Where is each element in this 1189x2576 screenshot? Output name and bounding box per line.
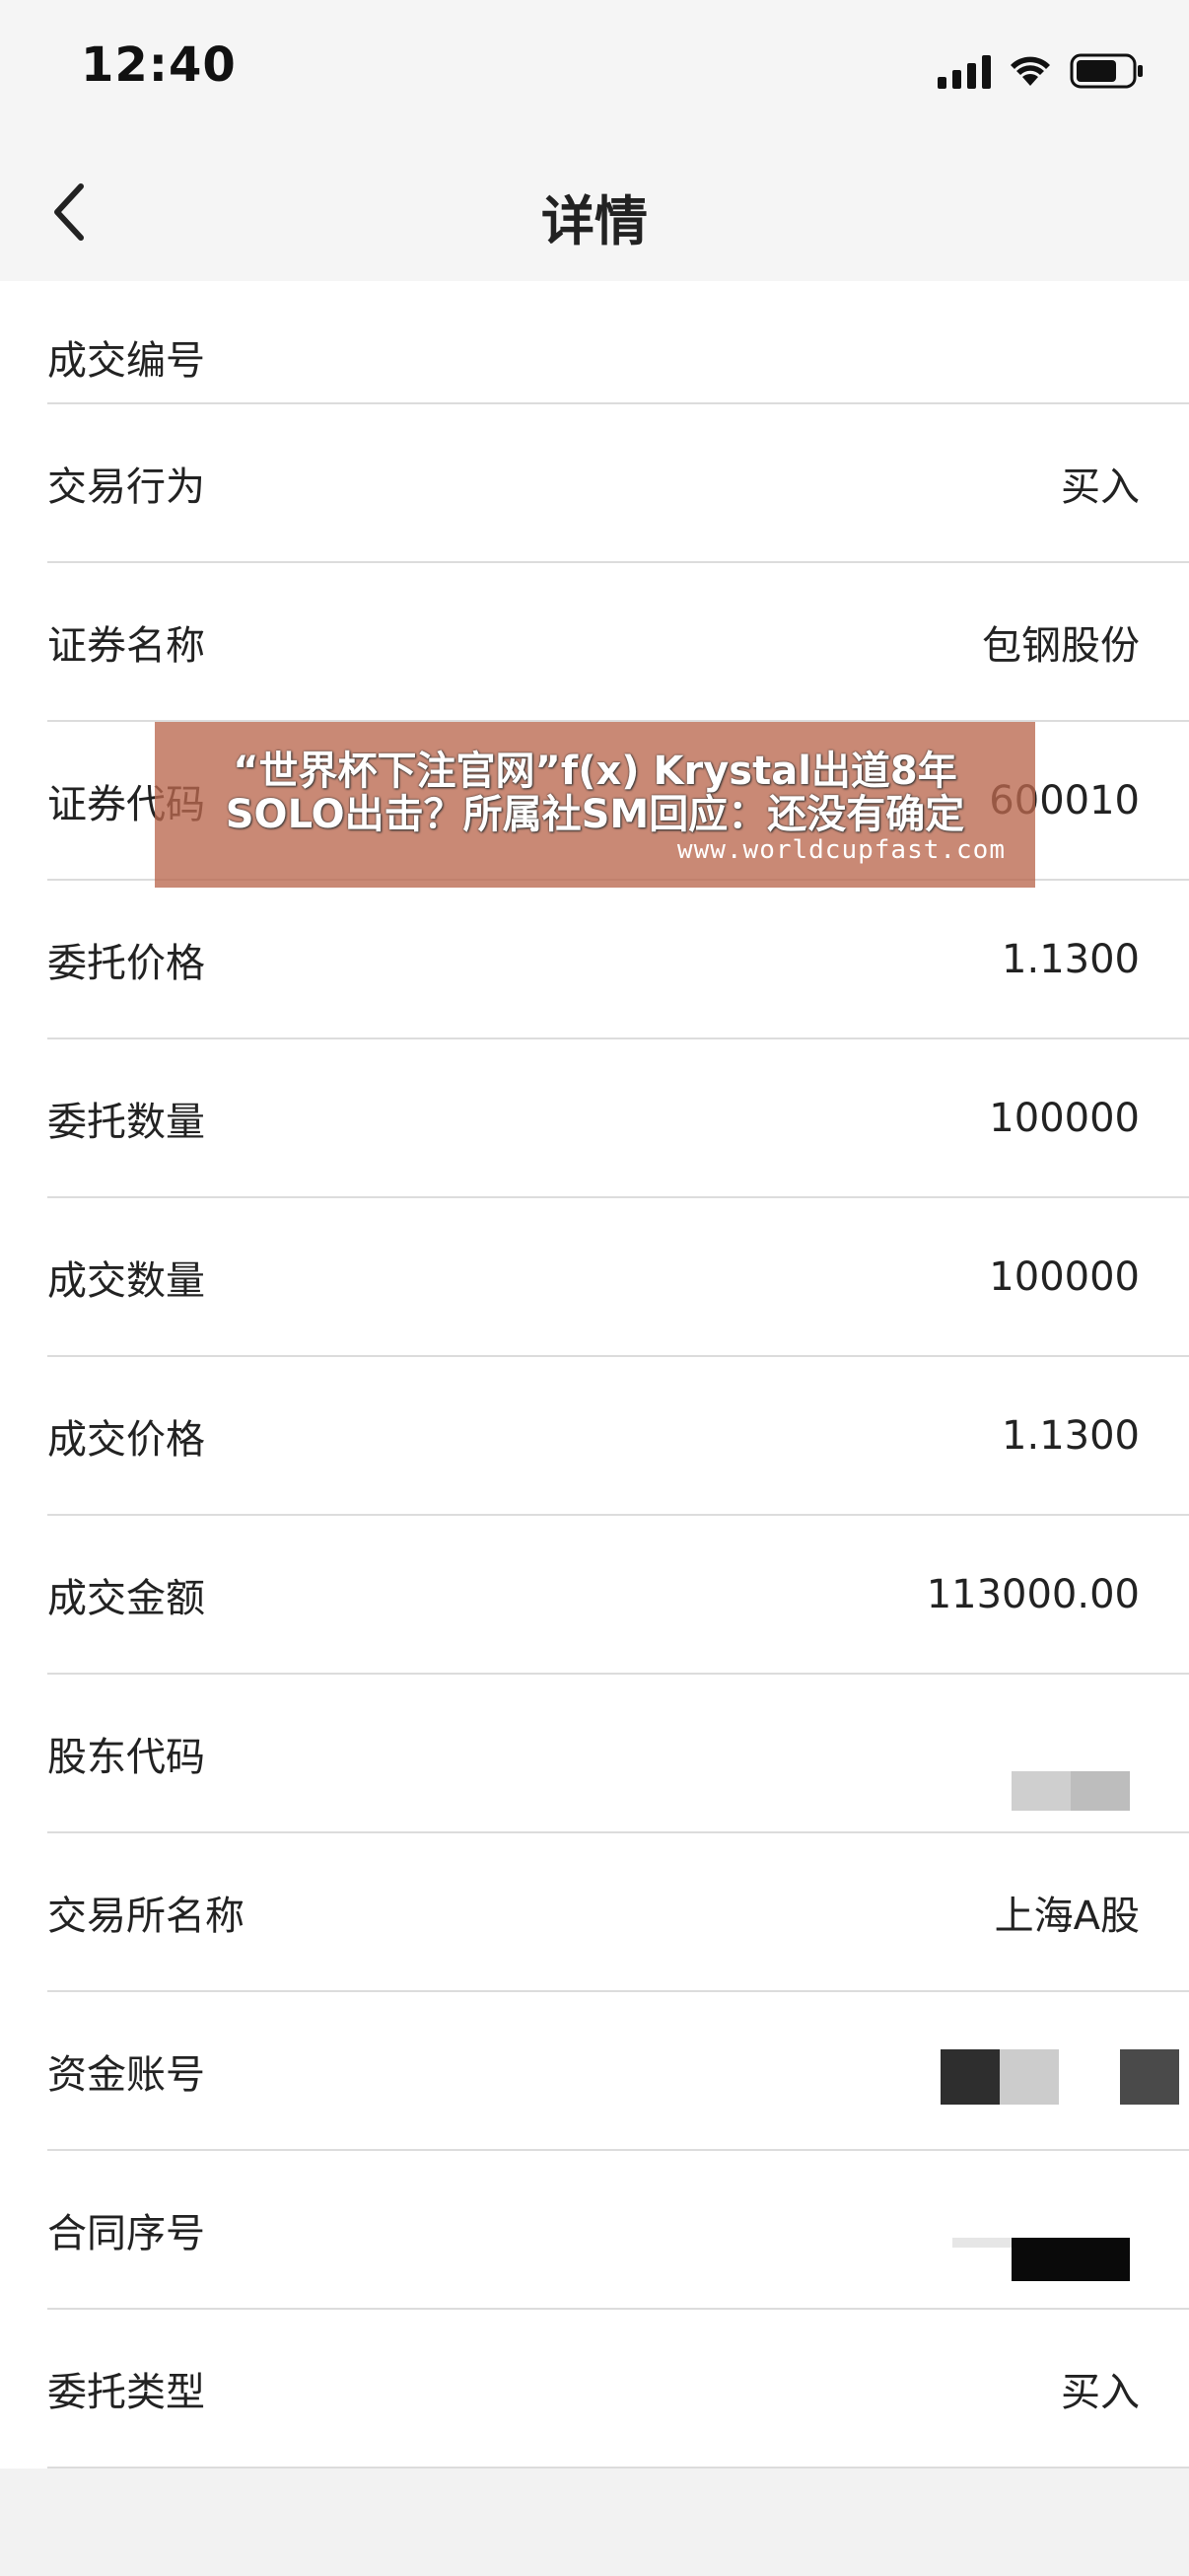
overlay-line1: “世界杯下注官网”f(x) Krystal出道8年 [233,749,957,794]
row-value: 113000.00 [926,1571,1140,1617]
wifi-icon [1009,54,1052,88]
detail-row-trade-action: 交易行为 买入 [47,404,1189,563]
redaction-mask [941,2049,1000,2105]
row-label: 成交数量 [47,1257,205,1304]
row-label: 交易行为 [47,464,205,510]
status-time: 12:40 [81,37,237,93]
row-label: 资金账号 [47,2051,205,2098]
overlay-line2: SOLO出击？所属社SM回应：还没有确定 [225,792,965,837]
detail-row-order-type: 委托类型 买入 [47,2310,1189,2469]
redaction-mask [1120,2049,1179,2105]
detail-row-trade-no: 成交编号 [47,281,1189,404]
row-value: 买入 [1061,464,1140,510]
row-label: 成交编号 [47,338,205,384]
detail-row-security-name: 证券名称 包钢股份 [47,563,1189,722]
row-value: 1.1300 [1002,1412,1140,1459]
detail-list: 成交编号 交易行为 买入 证券名称 包钢股份 证券代码 600010 委托价格 … [0,281,1189,2469]
row-value: 100000 [989,1253,1140,1300]
page-title: 详情 [541,190,648,252]
row-label: 委托价格 [47,940,205,986]
detail-row-exchange-name: 交易所名称 上海A股 [47,1833,1189,1992]
nav-bar: 详情 [0,143,1189,281]
detail-row-filled-amount: 成交金额 113000.00 [47,1516,1189,1675]
detail-row-filled-price: 成交价格 1.1300 [47,1357,1189,1516]
row-label: 委托数量 [47,1099,205,1145]
redaction-mask [1012,1771,1071,1811]
watermark-overlay-banner: “世界杯下注官网”f(x) Krystal出道8年 SOLO出击？所属社SM回应… [155,722,1035,888]
battery-icon [1070,53,1145,89]
detail-row-fund-account: 资金账号 [47,1992,1189,2151]
overlay-url: www.worldcupfast.com [676,835,1006,865]
row-value: 上海A股 [994,1893,1140,1939]
status-icons [938,51,1145,91]
row-label: 证券名称 [47,622,205,669]
status-bar: 12:40 [0,0,1189,143]
detail-row-shareholder-code: 股东代码 [47,1675,1189,1833]
row-label: 股东代码 [47,1734,205,1780]
row-label: 合同序号 [47,2210,205,2256]
signal-icon [938,53,991,89]
detail-row-filled-quantity: 成交数量 100000 [47,1198,1189,1357]
row-value: 包钢股份 [982,622,1140,669]
detail-row-order-price: 委托价格 1.1300 [47,881,1189,1039]
redaction-mask [1071,1771,1130,1811]
row-value: 买入 [1061,2369,1140,2415]
row-label: 成交金额 [47,1575,205,1621]
row-value: 1.1300 [1002,936,1140,982]
redaction-mask [1012,2238,1130,2281]
row-label: 成交价格 [47,1416,205,1463]
row-label: 委托类型 [47,2369,205,2415]
redaction-mask [1000,2049,1059,2105]
detail-row-contract-no: 合同序号 [47,2151,1189,2310]
row-value: 100000 [989,1095,1140,1141]
redaction-mask [952,2238,1012,2248]
detail-row-order-quantity: 委托数量 100000 [47,1039,1189,1198]
row-label: 交易所名称 [47,1893,245,1939]
